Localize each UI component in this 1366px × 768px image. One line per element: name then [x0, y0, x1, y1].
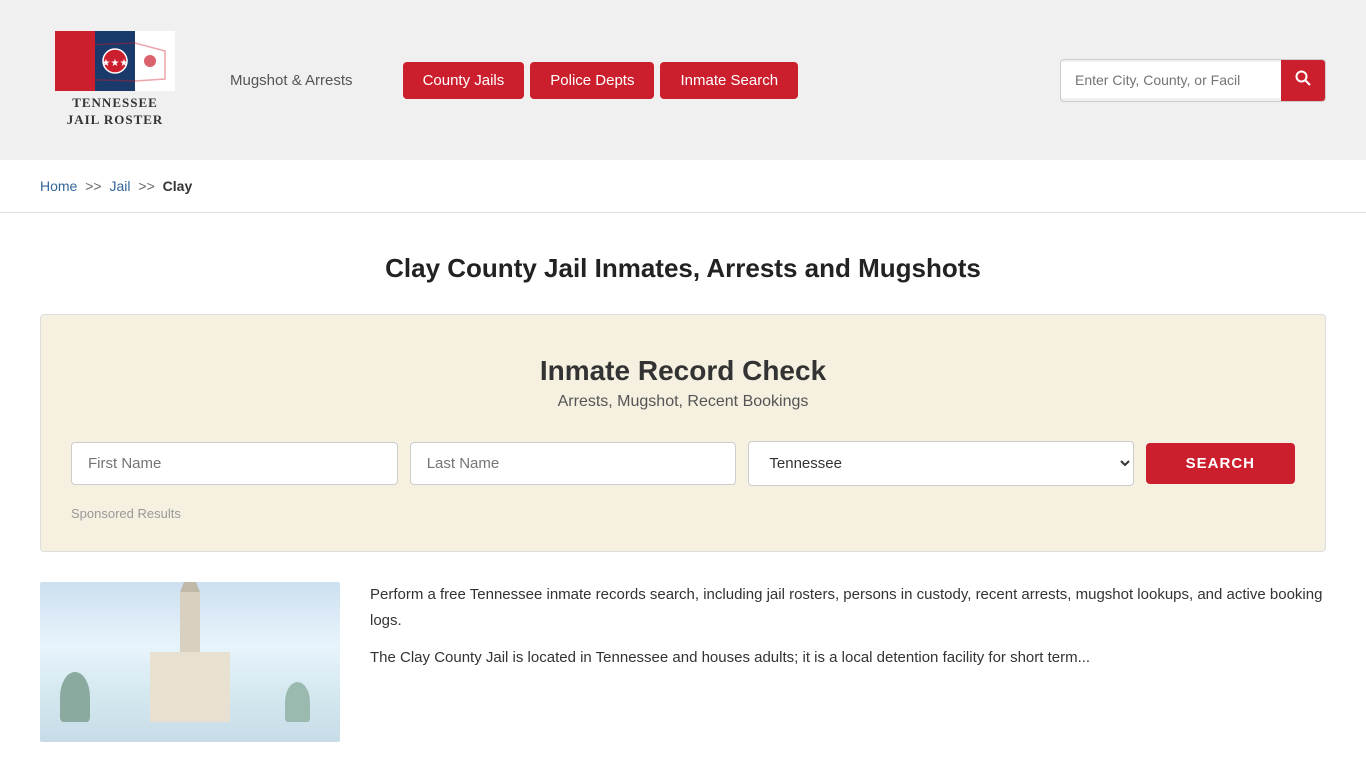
- church-steeple: [180, 592, 200, 652]
- location-image: [40, 582, 340, 742]
- main-content: Clay County Jail Inmates, Arrests and Mu…: [0, 213, 1366, 762]
- church-roof: [180, 582, 200, 592]
- svg-text:★★★: ★★★: [102, 58, 129, 69]
- inmate-search-form: Tennessee Alabama Georgia Kentucky Virgi…: [71, 441, 1295, 486]
- inmate-search-submit[interactable]: SEARCH: [1146, 443, 1295, 484]
- state-select[interactable]: Tennessee Alabama Georgia Kentucky Virgi…: [748, 441, 1133, 486]
- mugshot-arrests-link[interactable]: Mugshot & Arrests: [230, 72, 353, 89]
- bottom-description: Perform a free Tennessee inmate records …: [370, 582, 1326, 742]
- first-name-input[interactable]: [71, 442, 398, 485]
- record-check-subtitle: Arrests, Mugshot, Recent Bookings: [71, 393, 1295, 411]
- record-check-title: Inmate Record Check: [71, 355, 1295, 387]
- header-search-button[interactable]: [1281, 60, 1325, 101]
- breadcrumb-sep1: >>: [85, 178, 101, 194]
- tennessee-logo-graphic: ★★★: [55, 31, 175, 91]
- last-name-input[interactable]: [410, 442, 737, 485]
- church-body: [150, 652, 230, 722]
- breadcrumb-current: Clay: [163, 178, 193, 194]
- police-depts-button[interactable]: Police Depts: [530, 62, 654, 99]
- breadcrumb-home[interactable]: Home: [40, 178, 77, 194]
- logo-text: TENNESSEE JAIL ROSTER: [67, 95, 164, 129]
- logo-area: ★★★ TENNESSEE JAIL ROSTER: [40, 31, 190, 129]
- breadcrumb-sep2: >>: [138, 178, 154, 194]
- header-search-bar: [1060, 59, 1326, 102]
- county-jails-button[interactable]: County Jails: [403, 62, 525, 99]
- description-paragraph-2: The Clay County Jail is located in Tenne…: [370, 645, 1326, 671]
- inmate-search-button[interactable]: Inmate Search: [660, 62, 798, 99]
- tree-right: [285, 682, 310, 722]
- church-illustration: [40, 582, 340, 742]
- description-paragraph-1: Perform a free Tennessee inmate records …: [370, 582, 1326, 633]
- breadcrumb: Home >> Jail >> Clay: [0, 160, 1366, 213]
- sponsored-label: Sponsored Results: [71, 506, 1295, 521]
- tree-left: [60, 672, 90, 722]
- page-title: Clay County Jail Inmates, Arrests and Mu…: [40, 253, 1326, 284]
- header-search-input[interactable]: [1061, 62, 1281, 98]
- breadcrumb-jail[interactable]: Jail: [110, 178, 131, 194]
- site-header: ★★★ TENNESSEE JAIL ROSTER Mugshot & Arre…: [0, 0, 1366, 160]
- search-icon: [1295, 70, 1311, 86]
- main-nav: County Jails Police Depts Inmate Search: [403, 62, 798, 99]
- bottom-section: Perform a free Tennessee inmate records …: [40, 582, 1326, 742]
- record-check-box: Inmate Record Check Arrests, Mugshot, Re…: [40, 314, 1326, 552]
